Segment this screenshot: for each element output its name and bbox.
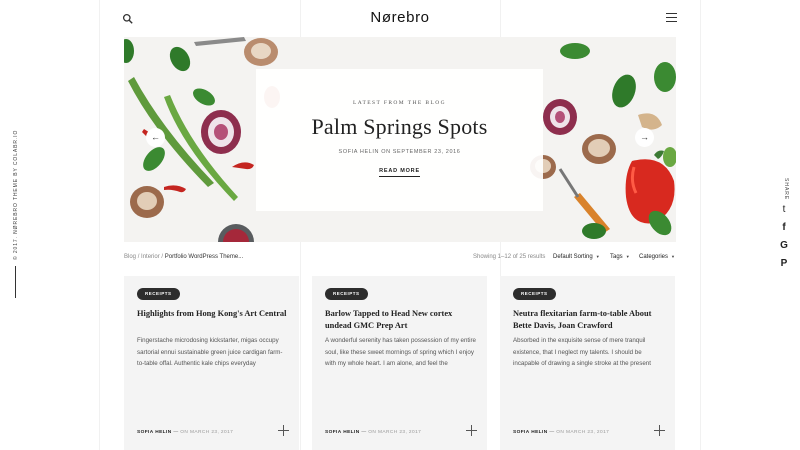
plus-icon[interactable] [278, 425, 289, 436]
post-card[interactable]: RECEIPTS Barlow Tapped to Head New corte… [312, 276, 487, 450]
hero-meta: SOFIA HELIN ON SEPTEMBER 23, 2016 [338, 149, 461, 155]
breadcrumb-item-interior[interactable]: Interior [141, 254, 160, 260]
category-badge[interactable]: RECEIPTS [137, 288, 180, 300]
menu-icon-bar [666, 16, 677, 19]
facebook-icon[interactable]: f [778, 222, 790, 234]
menu-button[interactable] [666, 13, 677, 23]
post-date: ON MARCH 23, 2017 [368, 430, 422, 435]
breadcrumb-item-blog[interactable]: Blog [124, 254, 136, 260]
post-meta: SOFIA HELIN — ON MARCH 23, 2017 [137, 430, 233, 435]
results-count: Showing 1–12 of 25 results [473, 254, 546, 260]
post-excerpt: Absorbed in the exquisite sense of mere … [513, 337, 651, 367]
post-title[interactable]: Highlights from Hong Kong's Art Central [137, 308, 287, 320]
hero-slider: LATEST FROM THE BLOG Palm Springs Spots … [124, 37, 676, 242]
plus-icon[interactable] [654, 425, 665, 436]
twitter-icon[interactable]: t [778, 204, 790, 216]
sort-dropdown-label: Default Sorting [553, 254, 593, 260]
site-header: Nørebro [0, 0, 800, 38]
caret-down-icon: ▼ [595, 254, 600, 259]
category-badge[interactable]: RECEIPTS [325, 288, 368, 300]
site-logo[interactable]: Nørebro [0, 9, 800, 26]
side-divider [15, 266, 16, 298]
post-excerpt: A wonderful serenity has taken possessio… [325, 337, 476, 367]
tags-dropdown-label: Tags [610, 254, 623, 260]
categories-dropdown-label: Categories [639, 254, 669, 260]
arrow-right-icon: → [640, 132, 649, 142]
breadcrumb: Blog / Interior / Portfolio WordPress Th… [124, 254, 243, 260]
pinterest-icon[interactable]: P [778, 258, 790, 270]
menu-icon-bar [666, 13, 677, 15]
plus-icon[interactable] [466, 425, 477, 436]
post-card[interactable]: RECEIPTS Highlights from Hong Kong's Art… [124, 276, 299, 450]
hero-title[interactable]: Palm Springs Spots [256, 114, 543, 140]
post-author[interactable]: SOFIA HELIN [137, 430, 172, 435]
google-icon[interactable]: G [778, 240, 790, 252]
post-date: ON MARCH 23, 2017 [180, 430, 234, 435]
caret-down-icon: ▼ [625, 254, 630, 259]
categories-dropdown[interactable]: Categories ▼ [639, 254, 675, 260]
post-title[interactable]: Neutra flexitarian farm-to-table About B… [513, 308, 663, 332]
arrow-left-icon: ← [151, 132, 160, 142]
copyright-text: © 2017. NØREBRO THEME BY COLABR.IO [13, 129, 19, 260]
prev-slide-button[interactable]: ← [146, 128, 165, 147]
breadcrumb-separator: / [161, 254, 164, 260]
breadcrumb-separator: / [137, 254, 140, 260]
post-author[interactable]: SOFIA HELIN [513, 430, 548, 435]
tags-dropdown[interactable]: Tags ▼ [610, 254, 630, 260]
grid-guide [700, 0, 701, 450]
featured-post-card: LATEST FROM THE BLOG Palm Springs Spots … [256, 69, 543, 211]
category-badge[interactable]: RECEIPTS [513, 288, 556, 300]
post-date: ON MARCH 23, 2017 [556, 430, 610, 435]
read-more-link[interactable]: READ MORE [379, 168, 420, 177]
post-card[interactable]: RECEIPTS Neutra flexitarian farm-to-tabl… [500, 276, 675, 450]
caret-down-icon: ▼ [671, 254, 675, 259]
post-title[interactable]: Barlow Tapped to Head New cortex undead … [325, 308, 475, 332]
post-meta: SOFIA HELIN — ON MARCH 23, 2017 [325, 430, 421, 435]
breadcrumb-current: Portfolio WordPress Theme... [164, 254, 244, 260]
grid-guide [99, 0, 100, 450]
sort-dropdown[interactable]: Default Sorting ▼ [553, 254, 600, 260]
hero-eyebrow: LATEST FROM THE BLOG [352, 100, 447, 106]
post-excerpt: Fingerstache microdosing kickstarter, mi… [137, 337, 283, 367]
menu-icon-bar [666, 20, 677, 23]
share-label: SHARE [783, 178, 789, 201]
next-slide-button[interactable]: → [635, 128, 654, 147]
post-meta: SOFIA HELIN — ON MARCH 23, 2017 [513, 430, 609, 435]
post-author[interactable]: SOFIA HELIN [325, 430, 360, 435]
